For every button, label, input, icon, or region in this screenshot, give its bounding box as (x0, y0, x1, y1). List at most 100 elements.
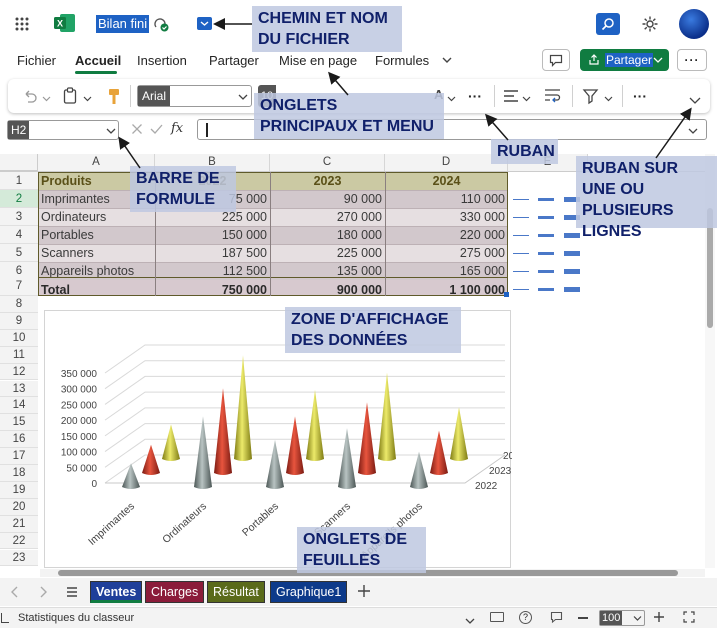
user-avatar[interactable] (679, 9, 709, 39)
menu-item-fichier[interactable]: Fichier (17, 53, 56, 68)
more-font-options-icon[interactable]: ··· (464, 85, 486, 107)
menu-item-formules[interactable]: Formules (375, 53, 429, 68)
row-header[interactable]: 20 (0, 498, 38, 516)
menu-item-insertion[interactable]: Insertion (137, 53, 187, 68)
sheet-tab-ventes[interactable]: Ventes (90, 581, 143, 603)
sort-filter-chevron-icon[interactable] (604, 92, 613, 102)
row-header[interactable]: 11 (0, 346, 38, 364)
file-name[interactable]: Bilan fini (96, 15, 150, 33)
paste-clipboard-icon[interactable] (63, 87, 77, 105)
sheet-tab-charges[interactable]: Charges (145, 581, 205, 603)
zoom-select[interactable]: 100 (599, 610, 645, 626)
workbook-stats-icon[interactable] (1, 613, 9, 623)
row-header[interactable]: 1 (0, 172, 38, 190)
row-header[interactable]: 23 (0, 549, 38, 567)
mini-bar (513, 271, 529, 272)
row-header[interactable]: 7 (0, 277, 38, 296)
row-header[interactable]: 19 (0, 481, 38, 499)
format-painter-icon[interactable] (108, 88, 120, 105)
row-header[interactable]: 4 (0, 226, 38, 244)
font-color-chevron-icon[interactable] (447, 92, 456, 102)
sheet-tab-graphique1[interactable]: Graphique1 (270, 581, 348, 603)
row-header[interactable]: 21 (0, 515, 38, 533)
settings-gear-icon[interactable] (640, 14, 660, 34)
mini-bar (538, 216, 554, 219)
share-button[interactable]: Partager (580, 49, 669, 71)
depth-axis-label: 2024 (503, 451, 512, 462)
paste-dropdown-chevron-icon[interactable] (83, 92, 92, 102)
keyboard-icon[interactable] (490, 612, 504, 622)
confirm-formula-icon[interactable] (150, 123, 163, 135)
mini-bar (513, 217, 529, 218)
row-header[interactable]: 14 (0, 397, 38, 415)
zoom-in-icon[interactable] (653, 611, 665, 623)
comments-icon[interactable] (542, 49, 570, 71)
workbook-stats-label[interactable]: Statistiques du classeur (18, 612, 134, 624)
share-button-label: Partager (605, 53, 654, 67)
more-options-icon[interactable]: ··· (677, 49, 707, 71)
more-tabs-chevron-icon[interactable] (441, 54, 453, 66)
prev-sheet-icon[interactable] (10, 586, 20, 598)
annotation-ribbon-lines: RUBAN SUR UNE OU PLUSIEURS LIGNES (576, 156, 717, 240)
align-chevron-icon[interactable] (522, 92, 531, 102)
name-box-value: H2 (8, 121, 30, 139)
row-header[interactable]: 3 (0, 208, 38, 226)
font-name-select[interactable]: Arial (137, 85, 252, 107)
row-header[interactable]: 2 (0, 190, 38, 208)
file-menu-chevron-icon[interactable] (197, 17, 212, 30)
table-resize-handle[interactable] (504, 292, 509, 297)
row-header[interactable]: 10 (0, 329, 38, 347)
cancel-formula-icon[interactable] (131, 123, 143, 135)
cone-mark (286, 416, 304, 475)
y-tick-label: 250 000 (61, 400, 98, 411)
row-header[interactable]: 18 (0, 465, 38, 482)
select-all-corner[interactable] (0, 154, 38, 171)
undo-icon[interactable] (22, 89, 38, 103)
help-icon[interactable]: ? (519, 611, 532, 624)
ribbon-separator (622, 85, 623, 107)
status-chevron-icon[interactable] (465, 614, 475, 624)
insert-function-icon[interactable]: fx (171, 121, 187, 137)
more-commands-icon[interactable]: ··· (629, 85, 651, 107)
row-header[interactable]: 5 (0, 244, 38, 262)
next-sheet-icon[interactable] (38, 586, 48, 598)
cone-mark (338, 428, 356, 489)
all-sheets-menu-icon[interactable] (66, 586, 78, 598)
x-category-label: Portables (240, 500, 281, 539)
column-header-d[interactable]: D (385, 154, 508, 171)
app-launcher-icon[interactable] (12, 14, 32, 34)
zoom-out-icon[interactable] (578, 617, 588, 619)
undo-dropdown-chevron-icon[interactable] (42, 92, 51, 102)
row-header[interactable]: 9 (0, 312, 38, 330)
add-sheet-icon[interactable] (357, 584, 371, 598)
menu-item-accueil[interactable]: Accueil (75, 53, 121, 68)
mini-bar (538, 252, 554, 255)
y-tick-label: 200 000 (61, 416, 98, 427)
ribbon-expand-chevron-icon[interactable] (689, 94, 701, 104)
row-header[interactable]: 8 (0, 296, 38, 313)
column-header-c[interactable]: C (270, 154, 385, 171)
feedback-icon[interactable] (550, 611, 563, 624)
y-tick-label: 100 000 (61, 448, 98, 459)
sheet-tab-resultat[interactable]: Résultat (207, 581, 265, 603)
mini-bar (538, 234, 554, 237)
name-box[interactable]: H2 (7, 120, 119, 140)
sort-filter-icon[interactable] (582, 87, 600, 105)
annotation-data-zone: ZONE D'AFFICHAGE DES DONNÉES (285, 307, 461, 353)
row-header[interactable]: 15 (0, 414, 38, 432)
fullscreen-icon[interactable] (683, 611, 695, 623)
menu-item-partager[interactable]: Partager (209, 53, 259, 68)
align-left-icon[interactable] (503, 89, 519, 103)
ribbon-separator (130, 85, 131, 107)
row-header[interactable]: 17 (0, 448, 38, 465)
search-icon[interactable] (596, 13, 620, 35)
wrap-text-icon[interactable] (544, 88, 561, 104)
row-header[interactable]: 22 (0, 532, 38, 550)
y-tick-label: 150 000 (61, 432, 98, 443)
menu-item-mise-en-page[interactable]: Mise en page (279, 53, 357, 68)
row-header[interactable]: 12 (0, 363, 38, 381)
active-tab-underline (75, 71, 117, 74)
mini-bar (513, 235, 529, 236)
row-header[interactable]: 16 (0, 431, 38, 449)
row-header[interactable]: 13 (0, 380, 38, 398)
